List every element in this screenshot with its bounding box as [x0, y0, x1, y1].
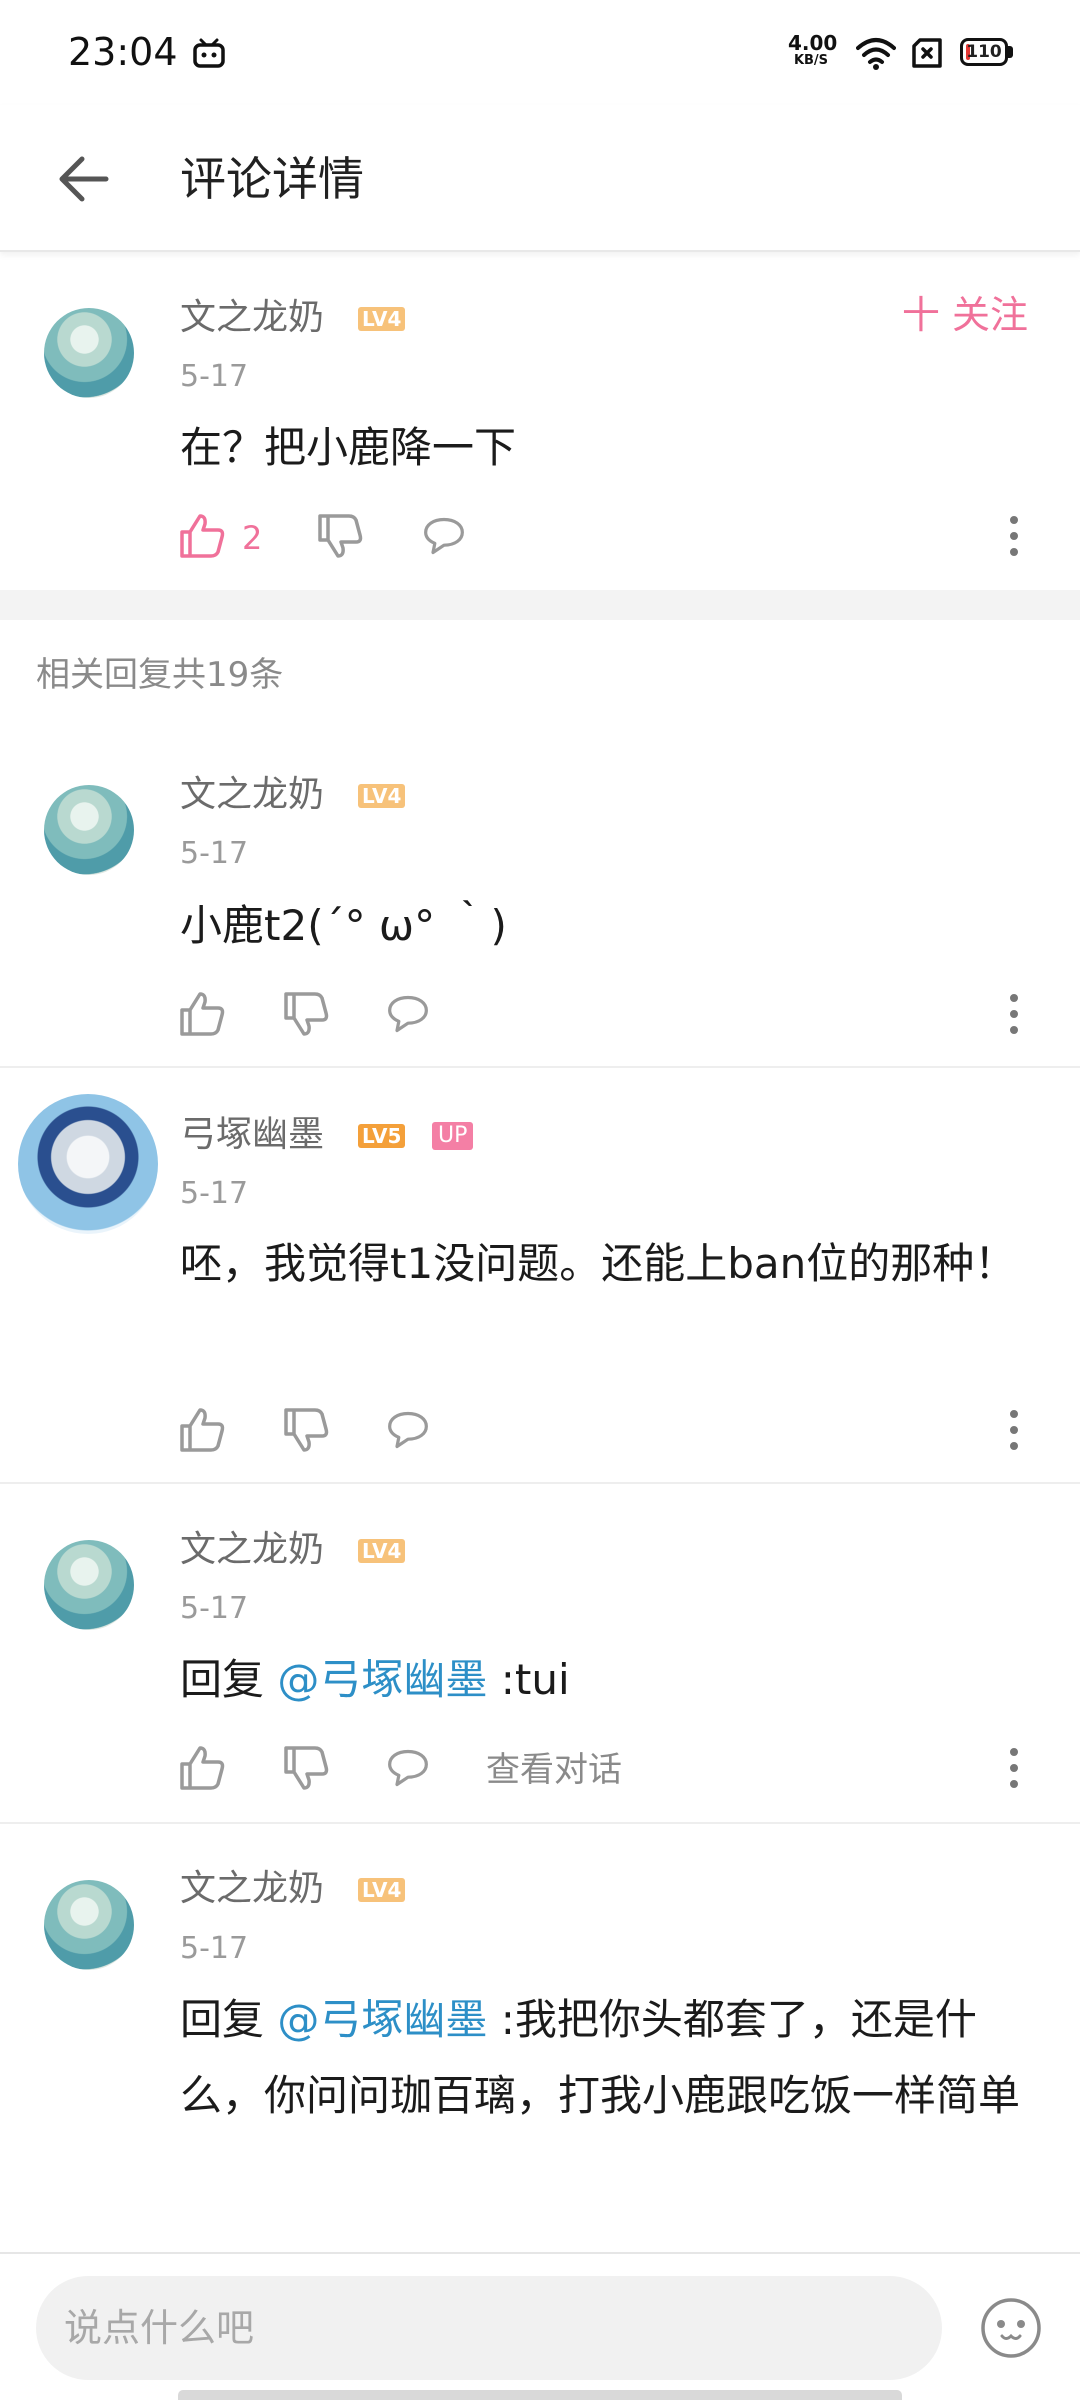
username[interactable]: 文之龙奶 — [180, 770, 324, 820]
comment-input[interactable]: 说点什么吧 — [36, 2276, 942, 2380]
username[interactable]: 文之龙奶 — [180, 293, 324, 343]
level-badge: LV4 — [358, 784, 406, 808]
network-speed-value: 4.00 — [788, 31, 838, 55]
avatar[interactable] — [18, 1094, 158, 1234]
comment-text: 在？把小鹿降一下 — [180, 423, 517, 472]
no-sim-icon — [912, 38, 942, 68]
more-options-icon[interactable] — [1008, 514, 1020, 558]
comment-composer: 说点什么吧 — [0, 2252, 1080, 2402]
like-count: 2 — [242, 519, 263, 557]
emoji-icon[interactable] — [980, 2297, 1042, 2359]
navigation-handle[interactable] — [178, 2390, 902, 2400]
level-badge: LV5 — [358, 1124, 406, 1148]
section-separator — [0, 590, 1080, 620]
like-icon[interactable] — [178, 990, 226, 1038]
avatar[interactable] — [44, 785, 134, 875]
more-options-icon[interactable] — [1008, 992, 1020, 1036]
like-icon[interactable] — [178, 1406, 226, 1454]
comment-icon[interactable] — [384, 1746, 432, 1790]
status-bar: 23:04 4.00 KB/S 110 — [0, 0, 1080, 105]
comment-date: 5-17 — [180, 836, 249, 871]
avatar[interactable] — [44, 1540, 134, 1630]
more-options-icon[interactable] — [1008, 1746, 1020, 1790]
battery-tip — [1008, 46, 1013, 58]
divider — [0, 1066, 1080, 1068]
dislike-icon[interactable] — [282, 1744, 330, 1792]
more-options-icon[interactable] — [1008, 1408, 1020, 1452]
follow-button[interactable]: 十 关注 — [902, 290, 1028, 340]
comment-date: 5-17 — [180, 359, 249, 394]
battery-icon: 110 — [960, 38, 1008, 66]
bilibili-tv-icon — [193, 38, 225, 68]
avatar[interactable] — [44, 308, 134, 398]
network-speed-unit: KB/S — [793, 53, 829, 68]
up-badge: UP — [432, 1122, 474, 1150]
comment-date: 5-17 — [180, 1591, 249, 1626]
comment-text: 回复 @弓塚幽墨 :tui — [180, 1642, 1040, 1718]
username[interactable]: 弓塚幽墨 — [180, 1110, 324, 1160]
divider — [0, 1482, 1080, 1484]
comment-date: 5-17 — [180, 1176, 249, 1211]
battery-text: 110 — [966, 42, 1002, 62]
back-arrow-icon[interactable] — [48, 143, 120, 215]
like-icon[interactable] — [178, 1744, 226, 1792]
dislike-icon[interactable] — [316, 512, 364, 560]
divider — [0, 1822, 1080, 1824]
comment-date: 5-17 — [180, 1931, 249, 1966]
reply-body: :tui — [487, 1655, 570, 1704]
username[interactable]: 文之龙奶 — [180, 1525, 324, 1575]
level-badge: LV4 — [358, 307, 406, 331]
avatar[interactable] — [44, 1880, 134, 1970]
comment-icon[interactable] — [384, 992, 432, 1036]
reply-prefix: 回复 — [180, 1995, 278, 2044]
wifi-icon — [856, 38, 896, 70]
level-badge: LV4 — [358, 1539, 406, 1563]
username[interactable]: 文之龙奶 — [180, 1864, 324, 1914]
comment-icon[interactable] — [384, 1408, 432, 1452]
comment-text: 小鹿t2(´° ω° ｀) — [180, 901, 507, 950]
app-bar: 评论详情 — [0, 105, 1080, 252]
mention-link[interactable]: @弓塚幽墨 — [277, 1995, 487, 2044]
page-title: 评论详情 — [180, 152, 364, 206]
status-time: 23:04 — [68, 30, 178, 74]
level-badge: LV4 — [358, 1878, 406, 1902]
network-speed: 4.00 KB/S — [788, 31, 838, 70]
dislike-icon[interactable] — [282, 990, 330, 1038]
reply-prefix: 回复 — [180, 1655, 278, 1704]
view-conversation-link[interactable]: 查看对话 — [486, 1748, 622, 1792]
comment-text: 呸，我觉得t1没问题。还能上ban位的那种！ — [180, 1239, 1017, 1288]
comment-text: 回复 @弓塚幽墨 :我把你头都套了，还是什么，你问问珈百璃，打我小鹿跟吃饭一样简… — [180, 1982, 1050, 2134]
replies-count: 相关回复共19条 — [36, 655, 284, 695]
dislike-icon[interactable] — [282, 1406, 330, 1454]
comment-icon[interactable] — [420, 514, 468, 558]
mention-link[interactable]: @弓塚幽墨 — [277, 1655, 487, 1704]
like-icon[interactable] — [178, 512, 226, 560]
